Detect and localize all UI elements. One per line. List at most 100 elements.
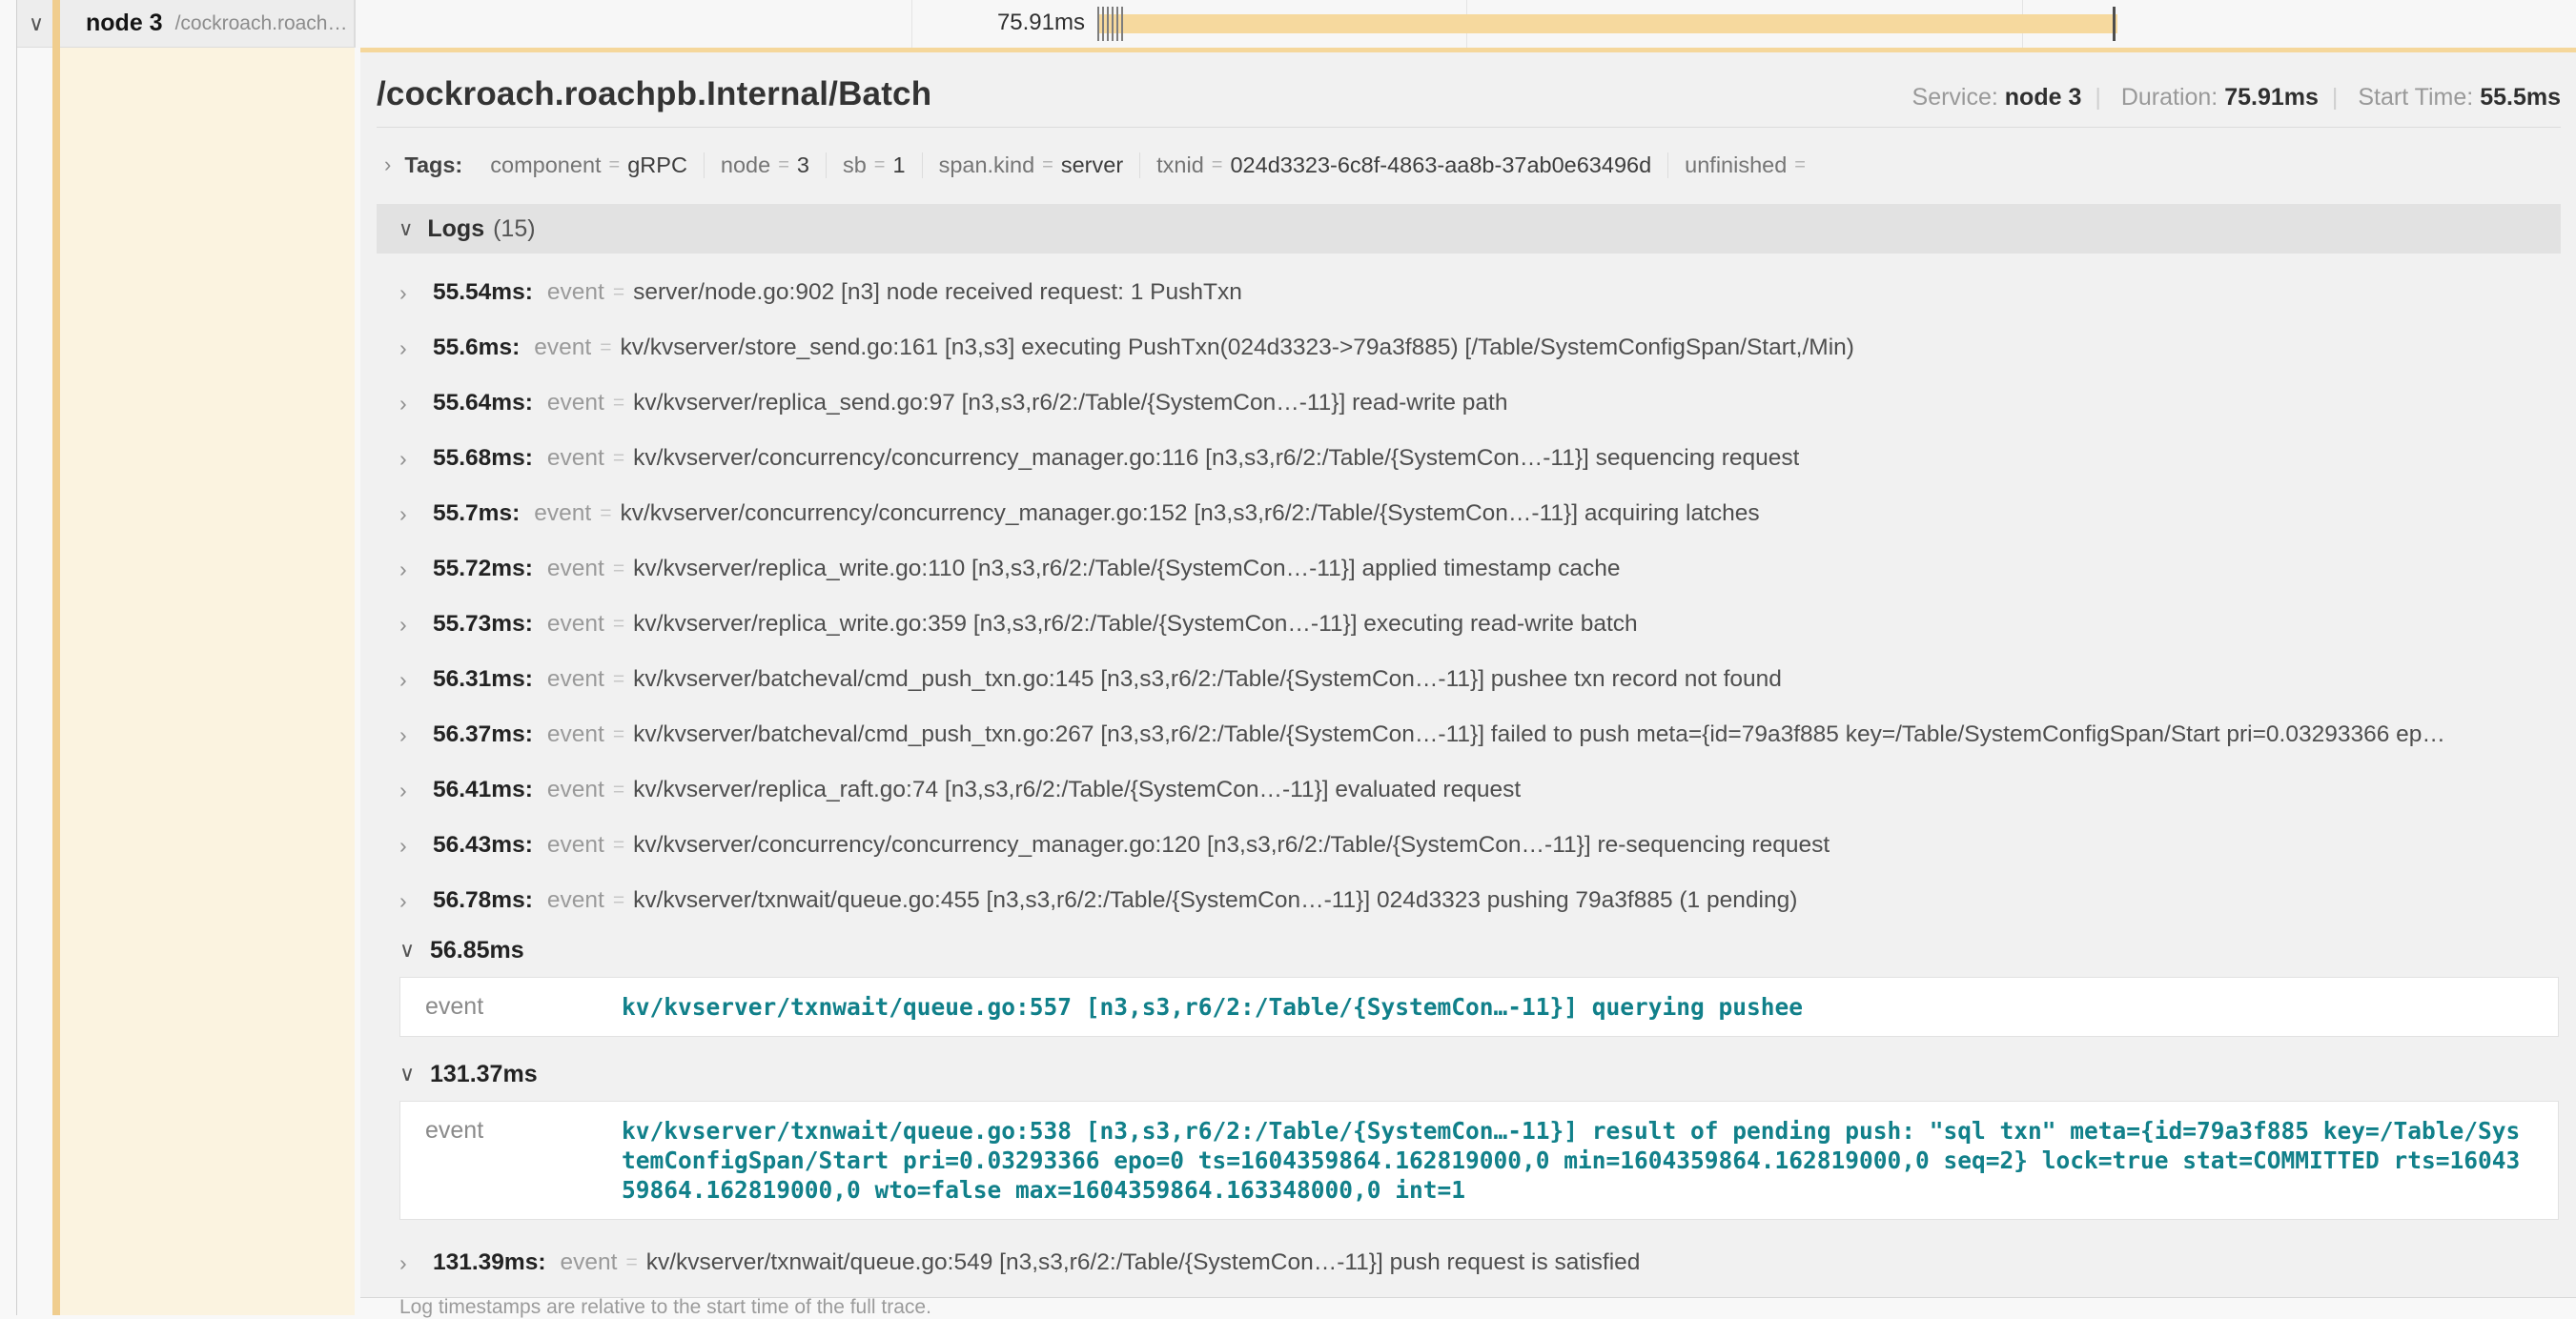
log-field-key: event bbox=[547, 445, 604, 472]
span-duration-bar[interactable] bbox=[1097, 14, 2117, 33]
chevron-down-icon[interactable]: ∨ bbox=[399, 938, 424, 963]
equals-sign: = bbox=[613, 447, 624, 470]
selected-span-row-highlight bbox=[60, 48, 355, 1315]
log-timestamp: 56.31ms: bbox=[433, 666, 533, 693]
log-field-value: kv/kvserver/concurrency/concurrency_mana… bbox=[633, 445, 1799, 472]
log-field-value: kv/kvserver/concurrency/concurrency_mana… bbox=[620, 500, 1759, 527]
logs-footer-note: Log timestamps are relative to the start… bbox=[377, 1296, 2561, 1319]
tag-item[interactable]: sb = 1 bbox=[826, 152, 922, 178]
log-value-line: temConfigSpan/Start pri=0.03293366 epo=0… bbox=[622, 1146, 2520, 1175]
log-field-key: event bbox=[561, 1249, 618, 1276]
log-entry-row[interactable]: › 55.54ms: event = server/node.go:902 [n… bbox=[399, 265, 2561, 320]
log-entry-expanded: ∨ 131.37ms event kv/kvserver/txnwait/que… bbox=[399, 1052, 2561, 1220]
chevron-right-icon[interactable]: › bbox=[399, 446, 424, 472]
log-timestamp: 55.54ms: bbox=[433, 279, 533, 306]
span-timeline[interactable]: 75.91ms bbox=[355, 0, 2576, 48]
log-field-key: event bbox=[547, 611, 604, 638]
chevron-right-icon[interactable]: › bbox=[399, 335, 424, 361]
log-field-value: kv/kvserver/replica_write.go:110 [n3,s3,… bbox=[633, 556, 1620, 582]
log-entry-row[interactable]: › 55.73ms: event = kv/kvserver/replica_w… bbox=[399, 597, 2561, 652]
tag-key: unfinished bbox=[1685, 152, 1787, 178]
span-service-name: node 3 bbox=[86, 10, 163, 37]
tag-key: component bbox=[490, 152, 601, 178]
equals-sign: = bbox=[613, 779, 624, 802]
log-field-value: kv/kvserver/txnwait/queue.go:538 [n3,s3,… bbox=[622, 1116, 2520, 1205]
chevron-right-icon[interactable]: › bbox=[399, 888, 424, 914]
log-field-key: event bbox=[547, 390, 604, 416]
log-field-key: event bbox=[547, 556, 604, 582]
log-value-line: kv/kvserver/txnwait/queue.go:557 [n3,s3,… bbox=[622, 992, 1803, 1022]
chevron-down-icon[interactable]: ∨ bbox=[399, 217, 413, 241]
chevron-right-icon[interactable]: › bbox=[399, 722, 424, 748]
tag-item[interactable]: span.kind = server bbox=[922, 152, 1140, 178]
span-detail-header: /cockroach.roachpb.Internal/Batch Servic… bbox=[377, 75, 2561, 113]
log-marker-tick bbox=[1097, 7, 1099, 41]
log-entry-row[interactable]: › 131.39ms: event = kv/kvserver/txnwait/… bbox=[399, 1235, 2561, 1290]
log-fields-table: event kv/kvserver/txnwait/queue.go:538 [… bbox=[399, 1101, 2559, 1220]
log-value-line: 59864.162819000,0 wto=false max=16043598… bbox=[622, 1175, 2520, 1205]
log-entry-row[interactable]: › 56.41ms: event = kv/kvserver/replica_r… bbox=[399, 762, 2561, 818]
chevron-right-icon[interactable]: › bbox=[399, 1250, 424, 1276]
chevron-right-icon[interactable]: › bbox=[399, 612, 424, 638]
tag-item[interactable]: txnid = 024d3323-6c8f-4863-aa8b-37ab0e63… bbox=[1139, 152, 1667, 178]
span-name-cell[interactable]: ∨ node 3 /cockroach.roach… bbox=[17, 0, 355, 48]
chevron-right-icon[interactable]: › bbox=[399, 667, 424, 693]
equals-sign: = bbox=[1212, 154, 1223, 176]
log-entry-row[interactable]: › 55.7ms: event = kv/kvserver/concurrenc… bbox=[399, 486, 2561, 541]
tag-key: sb bbox=[843, 152, 867, 178]
log-entry-row[interactable]: › 55.64ms: event = kv/kvserver/replica_s… bbox=[399, 375, 2561, 431]
log-field-key: event bbox=[547, 777, 604, 803]
chevron-down-icon[interactable]: ∨ bbox=[399, 1062, 424, 1086]
log-entry-row[interactable]: › 56.31ms: event = kv/kvserver/batcheval… bbox=[399, 652, 2561, 707]
log-entry-row[interactable]: › 56.43ms: event = kv/kvserver/concurren… bbox=[399, 818, 2561, 873]
log-entry-row[interactable]: › 56.78ms: event = kv/kvserver/txnwait/q… bbox=[399, 873, 2561, 928]
chevron-right-icon[interactable]: › bbox=[399, 280, 424, 306]
log-field-key: event bbox=[547, 666, 604, 693]
log-value-line: kv/kvserver/txnwait/queue.go:538 [n3,s3,… bbox=[622, 1116, 2520, 1146]
span-duration-label: 75.91ms bbox=[885, 10, 1085, 36]
equals-sign: = bbox=[613, 723, 624, 746]
log-field-value: kv/kvserver/replica_raft.go:74 [n3,s3,r6… bbox=[633, 777, 1521, 803]
log-field-row: event kv/kvserver/txnwait/queue.go:538 [… bbox=[425, 1116, 2548, 1205]
log-entry-row[interactable]: › 55.6ms: event = kv/kvserver/store_send… bbox=[399, 320, 2561, 375]
duration-label: Duration: bbox=[2121, 84, 2218, 111]
chevron-right-icon[interactable]: › bbox=[384, 152, 391, 177]
log-field-value: kv/kvserver/replica_send.go:97 [n3,s3,r6… bbox=[633, 390, 1507, 416]
logs-section-header[interactable]: ∨ Logs (15) bbox=[377, 204, 2561, 254]
equals-sign: = bbox=[874, 154, 886, 176]
chevron-right-icon[interactable]: › bbox=[399, 501, 424, 527]
service-label: Service: bbox=[1912, 84, 1998, 111]
span-tree-indent-guide bbox=[16, 0, 17, 1315]
tag-item[interactable]: node = 3 bbox=[704, 152, 826, 178]
tag-key: node bbox=[721, 152, 770, 178]
log-fields-table: event kv/kvserver/txnwait/queue.go:557 [… bbox=[399, 977, 2559, 1037]
span-meta: Service: node 3| Duration: 75.91ms| Star… bbox=[1912, 84, 2561, 112]
log-field-row: event kv/kvserver/txnwait/queue.go:557 [… bbox=[425, 992, 2548, 1022]
log-field-value: kv/kvserver/txnwait/queue.go:557 [n3,s3,… bbox=[622, 992, 1803, 1022]
log-entry-row[interactable]: ∨ 131.37ms bbox=[399, 1052, 2561, 1096]
log-marker-tick bbox=[1112, 7, 1114, 41]
start-time-value: 55.5ms bbox=[2480, 84, 2561, 111]
chevron-right-icon[interactable]: › bbox=[399, 391, 424, 416]
chevron-right-icon[interactable]: › bbox=[399, 557, 424, 582]
log-field-value: kv/kvserver/batcheval/cmd_push_txn.go:14… bbox=[633, 666, 1782, 693]
tag-item[interactable]: component = gRPC bbox=[474, 152, 704, 178]
log-field-key: event bbox=[547, 887, 604, 914]
tag-item[interactable]: unfinished = bbox=[1667, 152, 1830, 178]
log-entry-row[interactable]: › 55.68ms: event = kv/kvserver/concurren… bbox=[399, 431, 2561, 486]
chevron-right-icon[interactable]: › bbox=[399, 778, 424, 803]
log-field-key: event bbox=[534, 335, 591, 361]
log-timestamp: 56.37ms: bbox=[433, 721, 533, 748]
divider: | bbox=[2319, 84, 2352, 111]
log-entry-row[interactable]: › 55.72ms: event = kv/kvserver/replica_w… bbox=[399, 541, 2561, 597]
equals-sign: = bbox=[609, 154, 621, 176]
log-timestamp: 131.39ms: bbox=[433, 1249, 546, 1276]
duration-value: 75.91ms bbox=[2224, 84, 2319, 111]
tags-section[interactable]: › Tags: component = gRPC node = 3 sb = 1… bbox=[377, 145, 2561, 185]
log-entry-row[interactable]: › 56.37ms: event = kv/kvserver/batcheval… bbox=[399, 707, 2561, 762]
chevron-right-icon[interactable]: › bbox=[399, 833, 424, 859]
log-entry-row[interactable]: ∨ 56.85ms bbox=[399, 928, 2561, 972]
tag-key: txnid bbox=[1156, 152, 1204, 178]
log-field-key: event bbox=[547, 832, 604, 859]
equals-sign: = bbox=[1794, 154, 1806, 176]
